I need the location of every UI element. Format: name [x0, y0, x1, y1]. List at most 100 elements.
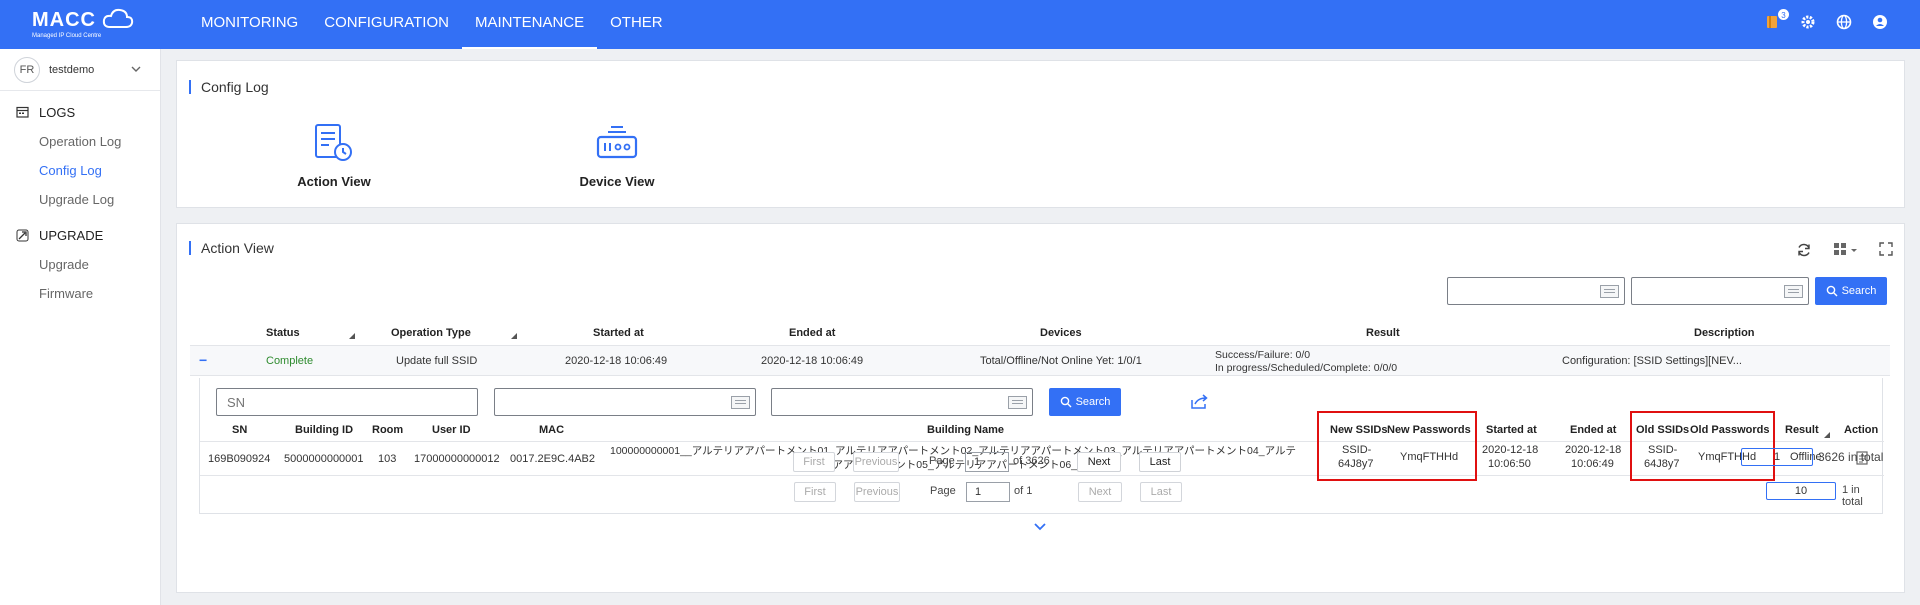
page-size-select[interactable]: 10: [1766, 482, 1836, 500]
sn-search-input[interactable]: [216, 388, 478, 416]
column-mac: MAC: [539, 424, 565, 436]
tenant-selector[interactable]: FR testdemo: [0, 49, 160, 91]
column-devices: Devices: [1040, 327, 1082, 339]
previous-page-button[interactable]: Previous: [853, 452, 899, 472]
search-button[interactable]: Search: [1815, 277, 1887, 305]
search-icon: [1060, 396, 1072, 408]
nav-configuration[interactable]: CONFIGURATION: [311, 0, 462, 49]
sidebar-item-config-log[interactable]: Config Log: [0, 156, 160, 185]
sidebar-group-upgrade[interactable]: UPGRADE: [0, 220, 160, 250]
action-view-tile[interactable]: Action View: [274, 123, 394, 189]
config-log-panel: Config Log Action View Device View: [176, 60, 1905, 208]
sidebar-group-logs[interactable]: LOGS: [0, 97, 160, 127]
calendar-icon[interactable]: [1600, 285, 1619, 298]
old-credentials-highlight: [1630, 411, 1775, 481]
collapse-toggle[interactable]: −: [199, 352, 207, 368]
action-view-label: Action View: [297, 174, 371, 189]
detail-search-button[interactable]: Search: [1049, 388, 1121, 416]
refresh-icon[interactable]: [1796, 242, 1812, 258]
sidebar-item-firmware[interactable]: Firmware: [0, 279, 160, 308]
last-page-button[interactable]: Last: [1139, 452, 1181, 472]
notification-button[interactable]: 3: [1764, 8, 1790, 32]
next-page-button[interactable]: Next: [1077, 452, 1121, 472]
new-credentials-highlight: [1317, 411, 1477, 481]
top-icons: 3: [1764, 8, 1890, 32]
sort-icon[interactable]: [511, 333, 517, 339]
page-label: Page: [930, 485, 956, 497]
chevron-down-icon[interactable]: [1033, 522, 1047, 532]
sidebar-group-label: UPGRADE: [39, 227, 104, 243]
detail-end-date-input[interactable]: [771, 388, 1033, 416]
page-number-input[interactable]: 1: [966, 482, 1010, 502]
table-header: Status Operation Type Started at Ended a…: [190, 322, 1890, 346]
sidebar-item-operation-log[interactable]: Operation Log: [0, 127, 160, 156]
column-result: Result: [1366, 327, 1400, 339]
start-date-input[interactable]: [1447, 277, 1625, 305]
page-count: of 1: [1014, 485, 1033, 497]
macc-logo[interactable]: MACC Managed IP Cloud Centre: [32, 8, 134, 39]
device-view-label: Device View: [579, 174, 655, 189]
description: Configuration: [SSID Settings][NEV...: [1562, 355, 1742, 367]
upgrade-icon: [16, 229, 29, 241]
nav-monitoring[interactable]: MONITORING: [188, 0, 311, 49]
previous-page-button[interactable]: Previous: [854, 482, 900, 502]
end-date-input[interactable]: [1631, 277, 1809, 305]
total-count: 3626 in total: [1818, 450, 1884, 464]
column-description: Description: [1694, 327, 1755, 339]
device-icon: [596, 126, 638, 159]
first-page-button[interactable]: First: [793, 452, 835, 472]
sidebar-item-upgrade-log[interactable]: Upgrade Log: [0, 185, 160, 214]
nav-other[interactable]: OTHER: [597, 0, 676, 49]
settings-button[interactable]: [1800, 14, 1818, 32]
panel-title: Action View: [189, 241, 274, 255]
last-page-button[interactable]: Last: [1140, 482, 1182, 502]
nav-maintenance[interactable]: MAINTENANCE: [461, 0, 598, 49]
calendar-icon[interactable]: [1008, 396, 1027, 409]
table-row[interactable]: − Complete Update full SSID 2020-12-18 1…: [190, 346, 1890, 376]
page-size-select[interactable]: 1: [1741, 448, 1813, 466]
calendar-icon: [16, 106, 29, 118]
detail-start-date-input[interactable]: [494, 388, 756, 416]
page-number-input[interactable]: 1: [965, 452, 1009, 472]
user-button[interactable]: [1872, 14, 1890, 32]
tenant-avatar: FR: [14, 56, 40, 83]
search-button-label: Search: [1075, 396, 1111, 408]
tenant-name: testdemo: [49, 63, 95, 76]
column-room: Room: [372, 424, 404, 436]
action-log-icon: [315, 124, 352, 161]
user-icon: [1873, 15, 1887, 29]
calendar-icon[interactable]: [731, 396, 750, 409]
mac: 0017.2E9C.4AB2: [510, 453, 596, 465]
notification-badge: 3: [1777, 8, 1790, 21]
building-id: 5000000000001: [284, 453, 364, 465]
language-button[interactable]: [1836, 14, 1854, 32]
main-nav: MONITORING CONFIGURATION MAINTENANCE OTH…: [188, 0, 676, 49]
total-count: 1 in total: [1842, 484, 1863, 508]
result-line-1: Success/Failure: 0/0: [1215, 349, 1311, 361]
column-ended-at: Ended at: [789, 327, 836, 339]
calendar-icon[interactable]: [1784, 285, 1803, 298]
column-operation-type[interactable]: Operation Type: [391, 327, 471, 339]
column-sn: SN: [232, 424, 248, 436]
sort-icon[interactable]: [349, 333, 355, 339]
chevron-down-icon: [131, 66, 141, 72]
ended-date: 2020-12-18: [1565, 444, 1622, 456]
column-status[interactable]: Status: [266, 327, 300, 339]
panel-title: Config Log: [189, 80, 269, 94]
gear-icon: [1801, 15, 1815, 29]
room: 103: [378, 453, 397, 465]
started-time: 10:06:50: [1488, 458, 1531, 470]
logo-subtitle: Managed IP Cloud Centre: [32, 33, 102, 39]
column-ended-at: Ended at: [1570, 424, 1617, 436]
globe-icon: [1836, 14, 1852, 30]
sort-icon[interactable]: [1824, 432, 1830, 438]
sidebar-item-upgrade[interactable]: Upgrade: [0, 250, 160, 279]
fullscreen-icon[interactable]: [1879, 242, 1893, 256]
column-settings-icon[interactable]: [1833, 242, 1859, 258]
device-view-tile[interactable]: Device View: [557, 123, 677, 189]
next-page-button[interactable]: Next: [1078, 482, 1122, 502]
sn-input[interactable]: [217, 389, 477, 415]
export-icon[interactable]: [1190, 394, 1210, 410]
top-navbar: MACC Managed IP Cloud Centre MONITORING …: [0, 0, 1920, 49]
first-page-button[interactable]: First: [794, 482, 836, 502]
